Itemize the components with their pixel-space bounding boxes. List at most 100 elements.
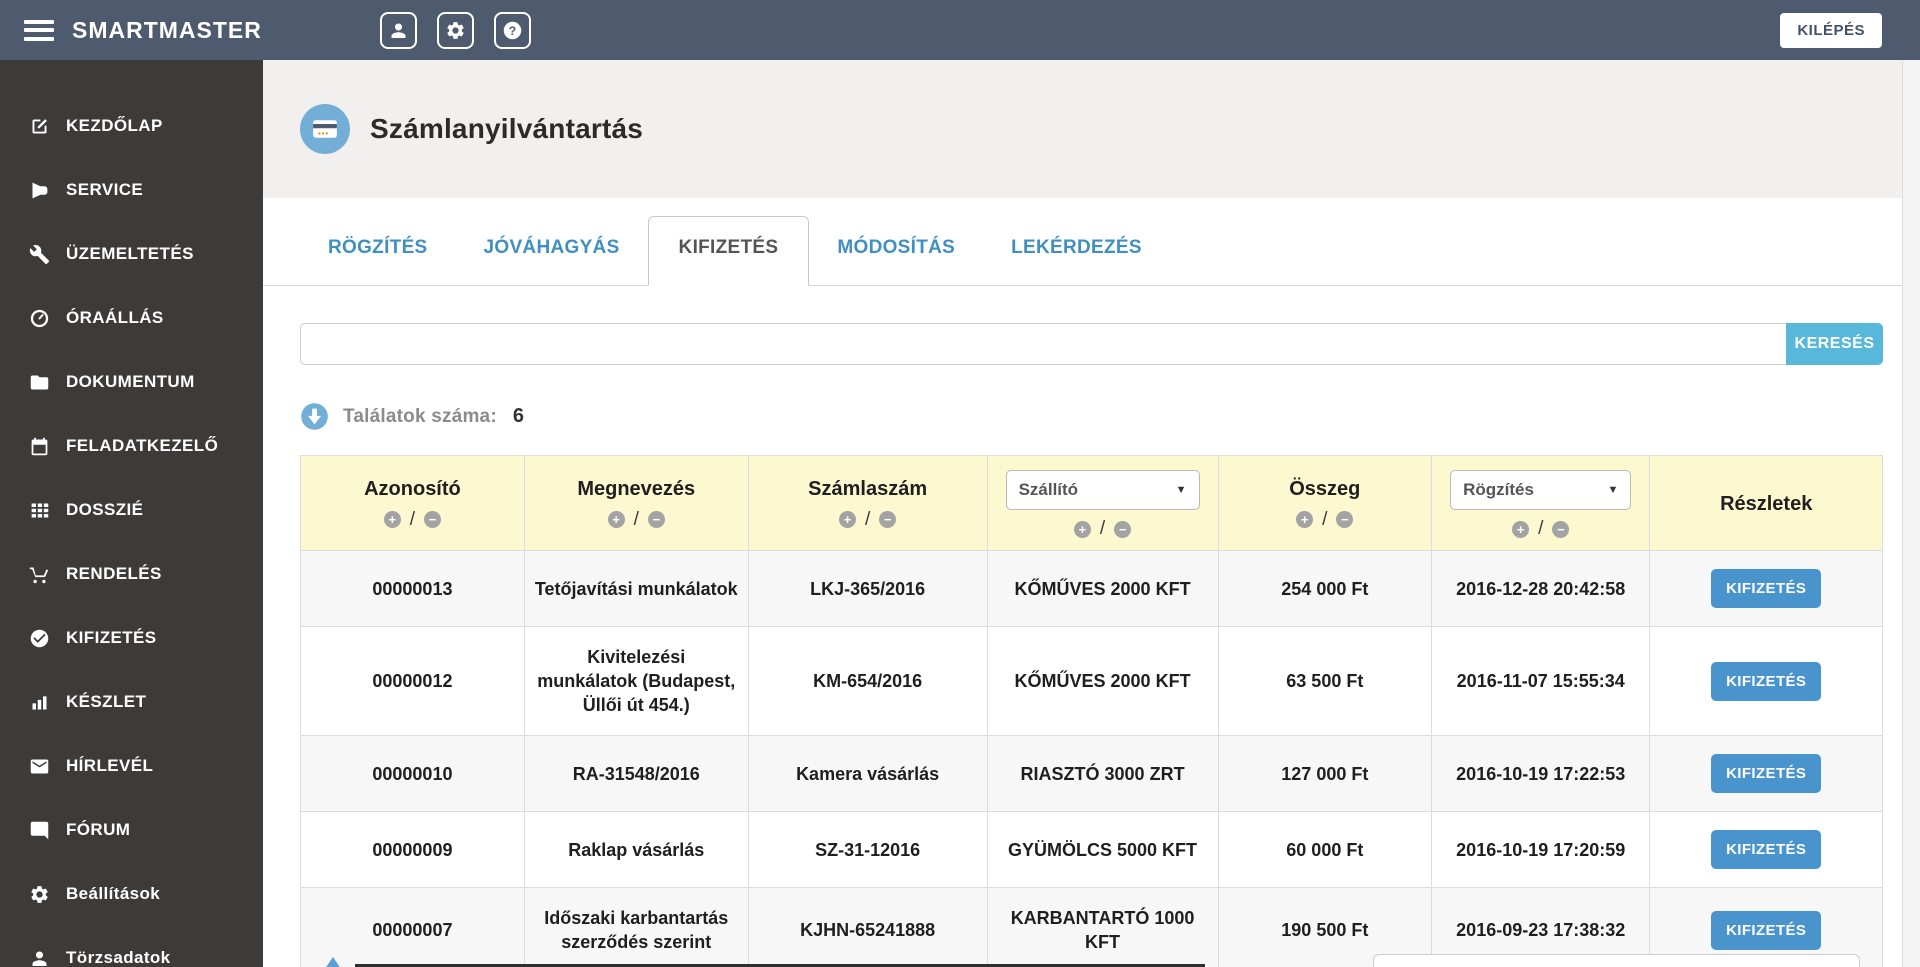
sort-controls: + / − [1227,509,1424,531]
cell-osszeg: 127 000 Ft [1217,735,1433,812]
sort-asc-icon[interactable]: + [1296,511,1314,528]
gauge-icon [27,308,51,329]
column-header-reszletek: Részletek [1649,455,1883,551]
sort-asc-icon[interactable]: + [838,511,856,528]
cell-rogzites: 2016-11-07 15:55:34 [1431,626,1651,736]
envelope-icon [30,759,48,773]
caret-down-icon: ▼ [1175,484,1187,496]
topbar-button-help[interactable]: ? [493,11,531,49]
sidebar-item-dosszie[interactable]: DOSSZIÉ [0,478,263,542]
topbar-button-user[interactable] [379,11,417,49]
sidebar-item-forum[interactable]: FÓRUM [0,798,263,862]
cell-osszeg: 254 000 Ft [1217,550,1433,627]
tab-modositas[interactable]: MÓDOSÍTÁS [809,237,983,285]
kifizetes-button[interactable]: KIFIZETÉS [1711,661,1822,701]
sort-asc-icon[interactable]: + [1512,520,1530,538]
sidebar-item-label: HÍRLEVÉL [66,756,154,775]
sort-desc-icon[interactable]: − [1552,520,1570,538]
gear-icon [27,884,51,905]
grid-icon [27,500,51,521]
folder-icon [27,372,51,393]
cell-osszeg: 63 500 Ft [1217,626,1433,736]
content: KERESÉS Találatok száma: 6 Azonosító + /… [263,323,1902,967]
cell-szamlaszam: SZ-31-12016 [747,811,988,888]
cell-reszletek: KIFIZETÉS [1649,626,1883,736]
topbar-button-gear[interactable] [436,11,474,49]
sidebar-item-dokumentum[interactable]: DOKUMENTUM [0,350,263,414]
sidebar-item-kezdolap[interactable]: KEZDŐLAP [0,94,263,158]
cart-icon [29,567,48,583]
sort-asc-icon[interactable]: + [1073,520,1091,538]
check-circle-icon [27,628,51,649]
sort-controls: + / − [533,509,740,531]
sort-separator: / [864,508,871,530]
column-label: Részletek [1720,492,1813,515]
column-label: Összeg [1289,477,1361,500]
scrollbar-track[interactable] [1902,60,1920,967]
wrench-icon [29,244,49,264]
sidebar-item-feladatkezelo[interactable]: FELADATKEZELŐ [0,414,263,478]
invoice-table: Azonosító + / − Megnevezés + / − Számlas… [300,455,1883,967]
sidebar-item-beallitasok[interactable]: Beállítások [0,862,263,926]
sidebar-item-kifizetes[interactable]: KIFIZETÉS [0,606,263,670]
cell-szamlaszam: Kamera vásárlás [747,735,988,812]
column-header-megnevezes: Megnevezés + / − [523,455,749,551]
table-header-row: Azonosító + / − Megnevezés + / − Számlas… [300,455,1883,551]
search-button[interactable]: KERESÉS [1786,323,1883,365]
sort-separator: / [1099,518,1106,539]
user-icon [391,23,406,38]
sidebar-item-keszlet[interactable]: KÉSZLET [0,670,263,734]
sort-desc-icon[interactable]: − [1114,520,1132,538]
sidebar-item-label: Törzsadatok [66,948,171,967]
svg-text:?: ? [509,23,516,37]
sort-controls: + / − [1440,518,1641,540]
sort-asc-icon[interactable]: + [383,511,401,528]
column-header-szallito: Szállító ▼ + / − [986,455,1219,551]
szallito-filter-select[interactable]: Szállító ▼ [1005,470,1200,510]
sort-desc-icon[interactable]: − [647,511,665,528]
logout-button[interactable]: KILÉPÉS [1780,12,1882,48]
tab-jovahagyas[interactable]: JÓVÁHAGYÁS [456,237,648,285]
kifizetes-button[interactable]: KIFIZETÉS [1711,910,1822,950]
sidebar-item-label: FELADATKEZELŐ [66,436,219,455]
calendar-icon [31,437,47,455]
sidebar-item-torzsadatok[interactable]: Törzsadatok [0,926,263,967]
sidebar-item-hirlevel[interactable]: HÍRLEVÉL [0,734,263,798]
tab-rogzites[interactable]: RÖGZÍTÉS [300,237,456,285]
hamburger-menu-icon[interactable] [24,19,54,41]
sidebar-item-oraallas[interactable]: ÓRAÁLLÁS [0,286,263,350]
cell-rogzites: 2016-10-19 17:22:53 [1431,735,1651,812]
table-head: Azonosító + / − Megnevezés + / − Számlas… [300,455,1883,551]
sidebar-item-label: DOKUMENTUM [66,372,195,391]
cell-megnevezes: Kivitelezési munkálatok (Budapest, Üllői… [523,626,749,736]
kifizetes-button[interactable]: KIFIZETÉS [1711,830,1822,869]
sort-desc-icon[interactable]: − [1336,511,1354,528]
sort-desc-icon[interactable]: − [879,511,897,528]
gauge-icon [30,309,48,327]
sidebar-item-service[interactable]: SERVICE [0,158,263,222]
cell-szallito: KARBANTARTÓ 1000 KFT [986,887,1219,967]
caret-down-icon: ▼ [1607,484,1619,496]
tab-kifizetes[interactable]: KIFIZETÉS [647,216,810,286]
search-input[interactable] [300,323,1786,365]
sidebar-item-label: ÜZEMELTETÉS [66,244,194,263]
sort-asc-icon[interactable]: + [607,511,625,528]
table-row: 00000013 Tetőjavítási munkálatok LKJ-365/2… [300,550,1883,627]
sidebar-item-label: SERVICE [66,180,144,199]
sort-separator: / [1322,508,1328,530]
kifizetes-button[interactable]: KIFIZETÉS [1711,754,1822,793]
sidebar-item-rendeles[interactable]: RENDELÉS [0,542,263,606]
column-header-rogzites: Rögzítés ▼ + / − [1431,455,1651,551]
sort-desc-icon[interactable]: − [424,511,442,528]
column-label: Megnevezés [577,477,696,500]
search-bar: KERESÉS [300,323,1883,365]
kifizetes-button[interactable]: KIFIZETÉS [1711,569,1822,608]
sidebar-item-uzemeltetes[interactable]: ÜZEMELTETÉS [0,222,263,286]
table-row: 00000010 RA-31548/2016 Kamera vásárlás RIAS… [300,735,1883,812]
megaphone-icon [32,182,47,198]
column-header-osszeg: Összeg + / − [1217,455,1433,551]
tab-lekerdezes[interactable]: LEKÉRDEZÉS [983,237,1170,285]
cell-azonosito: 00000012 [300,626,525,736]
rogzites-filter-select[interactable]: Rögzítés ▼ [1450,470,1632,510]
cut-off-select[interactable] [1373,954,1860,967]
